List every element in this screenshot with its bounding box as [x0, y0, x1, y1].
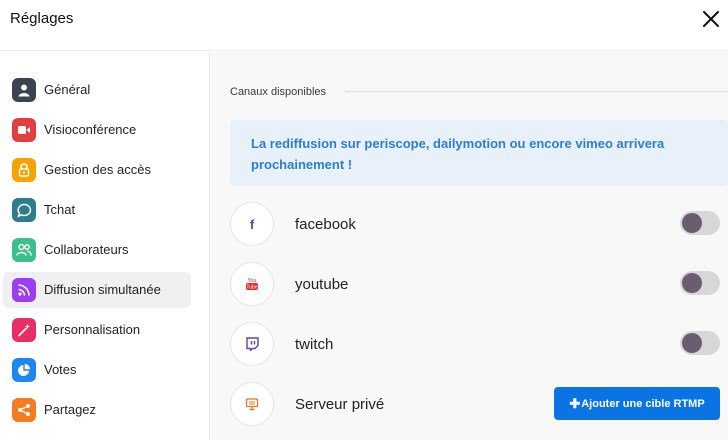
channel-row-youtube: You Tube youtube	[230, 262, 728, 310]
channel-label: facebook	[295, 216, 356, 233]
youtube-icon: You Tube	[230, 262, 274, 306]
page-title: Réglages	[10, 10, 74, 27]
plus-icon: ✚	[569, 395, 581, 411]
sidebar-item-label: Gestion des accès	[44, 162, 151, 177]
twitch-icon	[230, 322, 274, 366]
facebook-toggle[interactable]	[680, 211, 720, 235]
add-rtmp-target-label: Ajouter une cible RTMP	[581, 397, 705, 410]
settings-header: Réglages	[0, 0, 728, 51]
chat-bubble-icon	[12, 198, 36, 222]
channel-label: youtube	[295, 276, 349, 293]
sidebar-item-share[interactable]: Partagez	[3, 392, 191, 428]
toggle-knob	[682, 333, 702, 353]
sidebar-item-access[interactable]: Gestion des accès	[3, 152, 191, 188]
sidebar-item-label: Partagez	[44, 402, 97, 417]
sidebar-item-label: Diffusion simultanée	[44, 282, 161, 297]
broadcast-icon	[12, 278, 36, 302]
sidebar-item-votes[interactable]: Votes	[3, 352, 191, 388]
facebook-icon: f	[230, 202, 274, 246]
pie-chart-icon	[12, 358, 36, 382]
channel-row-twitch: twitch	[230, 322, 728, 370]
info-banner-text: La rediffusion sur periscope, dailymotio…	[251, 136, 665, 172]
sidebar-item-simulcast[interactable]: Diffusion simultanée	[3, 272, 191, 308]
simulcast-panel: Canaux disponibles La rediffusion sur pe…	[211, 52, 728, 440]
sidebar-item-label: Collaborateurs	[44, 242, 129, 257]
youtube-toggle[interactable]	[680, 271, 720, 295]
sidebar-item-label: Tchat	[44, 202, 76, 217]
add-rtmp-target-button[interactable]: ✚ Ajouter une cible RTMP	[554, 387, 720, 420]
server-icon	[230, 382, 274, 426]
section-title: Canaux disponibles	[230, 86, 327, 98]
sidebar-item-label: Personnalisation	[44, 322, 141, 337]
share-icon	[12, 398, 36, 422]
section-divider	[345, 91, 728, 92]
video-camera-icon	[12, 118, 36, 142]
toggle-knob	[682, 273, 702, 293]
sidebar-item-label: Votes	[44, 362, 77, 377]
settings-sidebar: Général Visioconférence Gestion des accè…	[0, 52, 210, 440]
sidebar-item-general[interactable]: Général	[3, 72, 191, 108]
sidebar-item-chat[interactable]: Tchat	[3, 192, 191, 228]
close-button[interactable]	[700, 8, 722, 30]
sidebar-item-label: Général	[44, 82, 91, 97]
sidebar-item-videoconference[interactable]: Visioconférence	[3, 112, 191, 148]
channel-row-facebook: f facebook	[230, 202, 728, 250]
sidebar-item-customization[interactable]: Personnalisation	[3, 312, 191, 348]
lock-icon	[12, 158, 36, 182]
sidebar-item-collaborators[interactable]: Collaborateurs	[3, 232, 191, 268]
users-icon	[12, 238, 36, 262]
channel-label: twitch	[295, 336, 334, 353]
twitch-toggle[interactable]	[680, 331, 720, 355]
channel-label: Serveur privé	[295, 396, 385, 413]
svg-text:f: f	[250, 217, 255, 231]
close-icon	[703, 11, 719, 27]
toggle-knob	[682, 213, 702, 233]
info-banner: La rediffusion sur periscope, dailymotio…	[230, 120, 728, 186]
sidebar-item-label: Visioconférence	[44, 122, 137, 137]
svg-text:Tube: Tube	[246, 285, 257, 291]
magic-wand-icon	[12, 318, 36, 342]
user-icon	[12, 78, 36, 102]
